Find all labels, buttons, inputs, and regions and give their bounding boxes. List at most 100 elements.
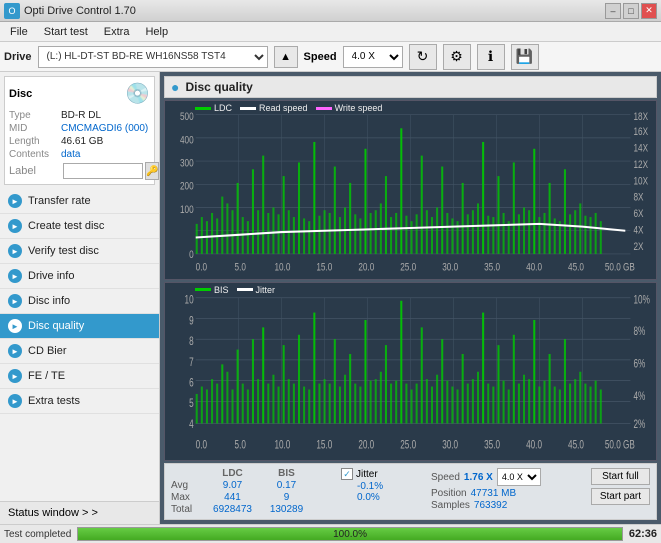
svg-text:8: 8 bbox=[189, 335, 194, 348]
svg-text:50.0 GB: 50.0 GB bbox=[605, 439, 635, 452]
app-icon: O bbox=[4, 3, 20, 19]
bis-chart-legend: BIS Jitter bbox=[195, 285, 275, 295]
nav-verify-test-disc[interactable]: ► Verify test disc bbox=[0, 239, 159, 264]
status-window-button[interactable]: Status window > > bbox=[0, 501, 159, 524]
svg-text:16X: 16X bbox=[633, 126, 648, 138]
bis-legend-item: BIS bbox=[195, 285, 229, 295]
bis-chart-svg: 10 9 8 7 6 5 4 10% 8% 6% 4% 2% 0.0 5.0 bbox=[165, 283, 656, 461]
jitter-label: Jitter bbox=[356, 469, 378, 480]
svg-text:25.0: 25.0 bbox=[400, 261, 416, 273]
label-label: Label bbox=[9, 165, 61, 177]
stats-ldc-header: LDC bbox=[205, 468, 260, 479]
label-input[interactable] bbox=[63, 163, 143, 179]
maximize-button[interactable]: □ bbox=[623, 3, 639, 19]
svg-text:20.0: 20.0 bbox=[358, 439, 374, 452]
svg-text:35.0: 35.0 bbox=[484, 439, 500, 452]
svg-text:50.0 GB: 50.0 GB bbox=[605, 261, 635, 273]
svg-text:30.0: 30.0 bbox=[442, 261, 458, 273]
speed-info-value: 1.76 X bbox=[464, 472, 493, 483]
nav-extra-tests[interactable]: ► Extra tests bbox=[0, 389, 159, 414]
max-bis: 9 bbox=[264, 492, 309, 503]
position-value: 47731 MB bbox=[471, 488, 517, 499]
start-part-button[interactable]: Start part bbox=[591, 488, 650, 505]
type-label: Type bbox=[9, 110, 61, 121]
jitter-legend-label: Jitter bbox=[256, 285, 276, 295]
svg-text:45.0: 45.0 bbox=[568, 439, 584, 452]
svg-text:0.0: 0.0 bbox=[196, 439, 208, 452]
ldc-chart-svg: 500 400 300 200 100 0 18X 16X 14X 12X 10… bbox=[165, 101, 656, 279]
svg-text:6X: 6X bbox=[633, 208, 643, 220]
nav-transfer-rate[interactable]: ► Transfer rate bbox=[0, 189, 159, 214]
nav-fe-te[interactable]: ► FE / TE bbox=[0, 364, 159, 389]
nav-cd-bier[interactable]: ► CD Bier bbox=[0, 339, 159, 364]
total-ldc: 6928473 bbox=[205, 504, 260, 515]
max-ldc: 441 bbox=[205, 492, 260, 503]
svg-text:0.0: 0.0 bbox=[196, 261, 207, 273]
progress-bar: 100.0% bbox=[77, 527, 623, 541]
label-icon-button[interactable]: 🔑 bbox=[145, 162, 159, 180]
status-window-label: Status window > > bbox=[8, 507, 98, 519]
nav-drive-info[interactable]: ► Drive info bbox=[0, 264, 159, 289]
start-full-button[interactable]: Start full bbox=[591, 468, 650, 485]
speed-select[interactable]: 4.0 X 2.0 X 8.0 X bbox=[343, 46, 403, 68]
menu-extra[interactable]: Extra bbox=[98, 25, 136, 39]
ldc-legend-color bbox=[195, 107, 211, 110]
svg-text:10.0: 10.0 bbox=[274, 261, 290, 273]
speed-info-select[interactable]: 4.0 X bbox=[497, 468, 541, 486]
bis-legend-label: BIS bbox=[214, 285, 229, 295]
read-speed-legend-label: Read speed bbox=[259, 103, 308, 113]
minimize-button[interactable]: – bbox=[605, 3, 621, 19]
bis-chart: BIS Jitter bbox=[164, 282, 657, 462]
jitter-max-val: 0.0% bbox=[357, 492, 421, 503]
sidebar: Disc 💿 Type BD-R DL MID CMCMAGDI6 (000) … bbox=[0, 72, 160, 524]
ldc-bis-stats: LDC BIS Avg 9.07 0.17 Max 441 9 Total 69… bbox=[171, 468, 331, 515]
write-speed-legend-item: Write speed bbox=[316, 103, 383, 113]
close-button[interactable]: ✕ bbox=[641, 3, 657, 19]
svg-text:25.0: 25.0 bbox=[400, 439, 416, 452]
svg-text:15.0: 15.0 bbox=[316, 261, 332, 273]
titlebar: O Opti Drive Control 1.70 – □ ✕ bbox=[0, 0, 661, 22]
charts-area: LDC Read speed Write speed bbox=[164, 100, 657, 461]
menu-help[interactable]: Help bbox=[139, 25, 174, 39]
drive-label: Drive bbox=[4, 51, 32, 63]
nav-create-test-disc-label: Create test disc bbox=[28, 220, 104, 232]
transfer-rate-icon: ► bbox=[8, 194, 22, 208]
svg-text:6: 6 bbox=[189, 377, 194, 390]
jitter-checkbox[interactable]: ✓ bbox=[341, 468, 353, 480]
menu-start-test[interactable]: Start test bbox=[38, 25, 94, 39]
speed-info-block: Speed 1.76 X 4.0 X Position 47731 MB Sam… bbox=[431, 468, 541, 511]
disc-info-icon: ► bbox=[8, 294, 22, 308]
ldc-legend-label: LDC bbox=[214, 103, 232, 113]
disc-quality-title: Disc quality bbox=[185, 80, 252, 94]
settings-button[interactable]: ⚙ bbox=[443, 44, 471, 70]
eject-button[interactable]: ▲ bbox=[274, 46, 298, 68]
ldc-legend-item: LDC bbox=[195, 103, 232, 113]
nav-disc-info[interactable]: ► Disc info bbox=[0, 289, 159, 314]
nav-disc-quality[interactable]: ► Disc quality bbox=[0, 314, 159, 339]
app-title: Opti Drive Control 1.70 bbox=[24, 5, 136, 17]
svg-text:100: 100 bbox=[180, 204, 194, 216]
menu-file[interactable]: File bbox=[4, 25, 34, 39]
length-value: 46.61 GB bbox=[61, 136, 103, 147]
position-label: Position bbox=[431, 488, 467, 499]
disc-quality-icon-header: ● bbox=[171, 79, 179, 95]
drive-select[interactable]: (L:) HL-DT-ST BD-RE WH16NS58 TST4 bbox=[38, 46, 268, 68]
svg-text:4: 4 bbox=[189, 418, 194, 431]
info-button[interactable]: ℹ bbox=[477, 44, 505, 70]
max-label: Max bbox=[171, 492, 201, 503]
stats-header-blank bbox=[171, 468, 201, 479]
extra-tests-icon: ► bbox=[8, 394, 22, 408]
save-button[interactable]: 💾 bbox=[511, 44, 539, 70]
avg-ldc: 9.07 bbox=[205, 480, 260, 491]
svg-text:20.0: 20.0 bbox=[358, 261, 374, 273]
contents-label: Contents bbox=[9, 149, 61, 160]
svg-text:45.0: 45.0 bbox=[568, 261, 584, 273]
svg-text:300: 300 bbox=[180, 157, 194, 169]
svg-text:8X: 8X bbox=[633, 192, 643, 204]
refresh-button[interactable]: ↻ bbox=[409, 44, 437, 70]
nav-create-test-disc[interactable]: ► Create test disc bbox=[0, 214, 159, 239]
svg-text:18X: 18X bbox=[633, 111, 648, 123]
nav-drive-info-label: Drive info bbox=[28, 270, 74, 282]
total-label: Total bbox=[171, 504, 201, 515]
svg-text:4X: 4X bbox=[633, 224, 643, 236]
